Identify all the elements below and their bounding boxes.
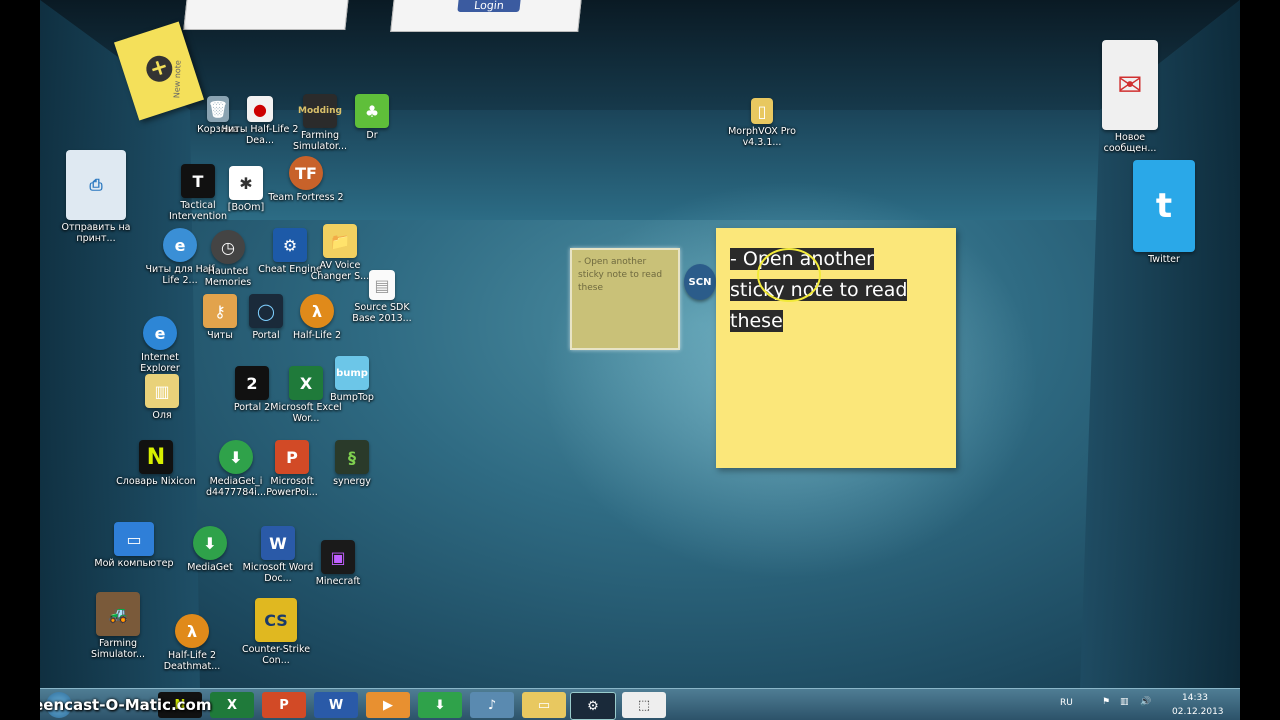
ceiling-card-drawing[interactable] <box>183 0 349 30</box>
internet-explorer-icon: e <box>143 316 177 350</box>
taskbar-excel[interactable]: X <box>210 692 254 718</box>
mediaget-icon: ⬇ <box>193 526 227 560</box>
desktop-icon-dr[interactable]: ♣ Dr <box>332 94 412 141</box>
twitter-icon: t <box>1133 160 1195 252</box>
scn-badge-icon: SCN <box>684 264 716 300</box>
desktop-icon-half-life-2[interactable]: λ Half-Life 2 <box>277 294 357 341</box>
clock-time[interactable]: 14:33 <box>1182 693 1208 703</box>
desktop-icon-counter-strike[interactable]: CS Counter-Strike Con... <box>236 598 316 666</box>
half-life-icon: λ <box>300 294 334 328</box>
folder-icon: 📁 <box>323 224 357 258</box>
printer-icon: ⎙ <box>66 150 126 220</box>
language-indicator[interactable]: RU <box>1060 698 1073 708</box>
tf2-icon: TF <box>289 156 323 190</box>
counter-strike-icon: CS <box>255 598 297 642</box>
minecraft-icon: ▣ <box>321 540 355 574</box>
desktop-icon-tf2[interactable]: TF Team Fortress 2 <box>266 156 346 203</box>
screencast-watermark: Screencast-O-Matic.com <box>40 696 212 714</box>
ceiling-card-login[interactable]: Login <box>390 0 582 32</box>
powerpoint-icon: P <box>275 440 309 474</box>
mediaget-icon: ⬇ <box>219 440 253 474</box>
sticky-note-open-text[interactable]: - Open another sticky note to read these <box>730 244 920 337</box>
desktop-icon-bumptop[interactable]: bump BumpTop <box>312 356 392 403</box>
desktop-icon-farming-simulator[interactable]: 🚜 Farming Simulator... <box>78 592 158 660</box>
flag-icon[interactable]: ⚑ <box>1102 697 1110 707</box>
folder-icon: ▯ <box>751 98 773 124</box>
farming-sim-icon: 🚜 <box>96 592 140 636</box>
mail-icon: ✉ <box>1102 40 1158 130</box>
taskbar-word[interactable]: W <box>314 692 358 718</box>
volume-icon[interactable]: 🔊 <box>1140 697 1151 707</box>
taskbar-steam[interactable]: ⚙ <box>570 692 616 720</box>
taskbar-mediaget[interactable]: ⬇ <box>418 692 462 718</box>
word-icon: W <box>261 526 295 560</box>
sticky-note-open[interactable]: - Open another sticky note to read these <box>716 228 956 468</box>
sticky-note-small[interactable]: - Open another sticky note to read these <box>570 248 680 350</box>
dr-icon: ♣ <box>355 94 389 128</box>
synergy-icon: § <box>335 440 369 474</box>
network-icon[interactable]: ▥ <box>1120 697 1129 707</box>
desktop-icon-olya[interactable]: ▥ Оля <box>122 374 202 421</box>
nixicon-icon: N <box>139 440 173 474</box>
boom-icon: ✱ <box>229 166 263 200</box>
plus-icon: + <box>142 52 176 86</box>
desktop-icon-my-computer[interactable]: ▭ Мой компьютер <box>94 522 174 569</box>
portal2-icon: 2 <box>235 366 269 400</box>
half-life-icon: λ <box>175 614 209 648</box>
computer-icon: ▭ <box>114 522 154 556</box>
desktop-icon-twitter[interactable]: t Twitter <box>1124 160 1204 265</box>
document-icon: ▤ <box>369 270 395 300</box>
cheats-icon: ● <box>247 96 273 122</box>
taskbar-powerpoint[interactable]: P <box>262 692 306 718</box>
haunted-memories-icon: ◷ <box>211 230 245 264</box>
desktop: Login + New note 🗑 Корзина ● Читы Half-L… <box>40 0 1240 720</box>
new-note-label: New note <box>172 60 183 99</box>
system-tray: RU ⚑ ▥ 🔊 14:33 02.12.2013 <box>1040 689 1240 720</box>
desktop-icon-synergy[interactable]: § synergy <box>312 440 392 487</box>
taskbar: N X P W ▶ ⬇ ♪ ▭ ⚙ ⬚ RU ⚑ ▥ 🔊 14:33 02.12… <box>40 688 1240 720</box>
desktop-icon-new-message[interactable]: ✉ Новое сообщен... <box>1090 40 1170 154</box>
taskbar-media-player[interactable]: ▶ <box>366 692 410 718</box>
desktop-icon-send-to-printer[interactable]: ⎙ Отправить на принт... <box>56 150 136 244</box>
taskbar-explorer[interactable]: ▭ <box>522 692 566 718</box>
desktop-icon-internet-explorer[interactable]: e Internet Explorer <box>120 316 200 374</box>
desktop-icon-morphvox[interactable]: ▯ MorphVOX Pro v4.3.1... <box>722 98 802 148</box>
folder-stack-icon: ▥ <box>145 374 179 408</box>
taskbar-snipping[interactable]: ⬚ <box>622 692 666 718</box>
note-line-3: these <box>730 310 783 332</box>
desktop-icon-hl2-deathmatch[interactable]: λ Half-Life 2 Deathmat... <box>152 614 232 672</box>
sticky-note-small-text: - Open another sticky note to read these <box>578 257 663 293</box>
login-button[interactable]: Login <box>457 0 521 12</box>
bumptop-icon: bump <box>335 356 369 390</box>
taskbar-audio[interactable]: ♪ <box>470 692 514 718</box>
desktop-icon-minecraft[interactable]: ▣ Minecraft <box>298 540 378 587</box>
clock-date[interactable]: 02.12.2013 <box>1172 707 1224 717</box>
cursor-highlight <box>757 248 821 302</box>
desktop-icon-nixicon[interactable]: N Словарь Nixicon <box>116 440 196 487</box>
